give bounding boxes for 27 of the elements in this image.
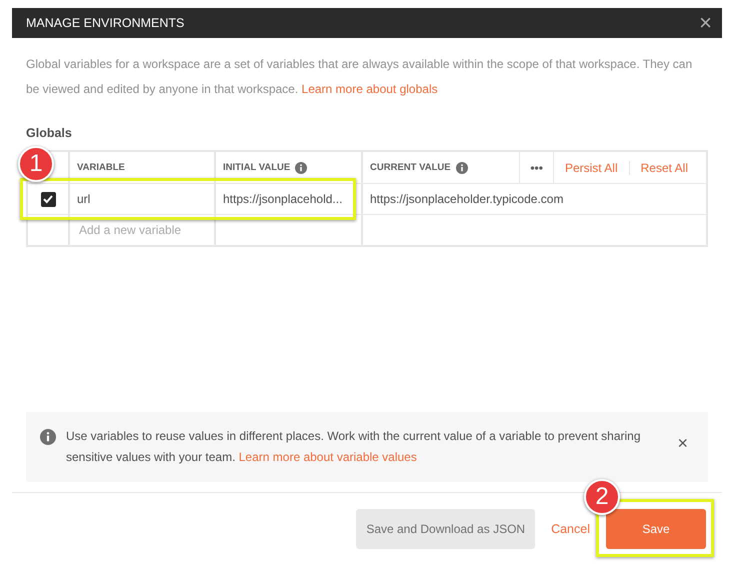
learn-more-link[interactable]: Learn more about globals: [302, 82, 438, 96]
close-button[interactable]: ×: [671, 432, 694, 455]
table-cell: url: [77, 192, 90, 206]
section-title: Globals: [26, 126, 73, 140]
callout-badge: 2: [584, 479, 620, 515]
callout-badge: 1: [18, 146, 54, 182]
column-header: VARIABLE: [77, 162, 125, 173]
dialog-title: MANAGE ENVIRONMENTS: [26, 16, 184, 30]
info-icon: [295, 162, 308, 174]
close-button[interactable]: ×: [689, 8, 722, 38]
new-variable-field[interactable]: Add a new variable: [77, 222, 207, 238]
checkbox[interactable]: [40, 192, 56, 206]
info-icon: [456, 162, 468, 174]
column-header: INITIAL VALUE: [223, 162, 290, 173]
description-text: Global variables for a workspace are a set of variables that are always available within the scope of that workspace. They can be viewed and edited by anyone in that workspace. Learn more about globals: [26, 56, 694, 98]
reset-all-link[interactable]: Reset All: [628, 160, 699, 174]
table-cell: https://jsonplaceholder.typicode.com: [370, 192, 564, 206]
column-header: CURRENT VALUE: [370, 162, 451, 173]
table-cell: https://jsonplacehold...: [223, 192, 342, 206]
learn-more-link[interactable]: Learn more about variable values: [238, 450, 417, 464]
info-text: Use variables to reuse values in different places. Work with the current value of a variable to prevent sharing sensitive values with your team. Learn more about variable values: [66, 428, 642, 466]
persist-all-link[interactable]: Persist All: [554, 160, 629, 174]
save-download-button[interactable]: Save and Download as JSON: [356, 509, 536, 549]
more-button[interactable]: •••: [519, 152, 554, 183]
cancel-link[interactable]: Cancel: [551, 522, 590, 536]
save-button[interactable]: Save: [606, 509, 706, 549]
info-icon: [40, 429, 56, 445]
